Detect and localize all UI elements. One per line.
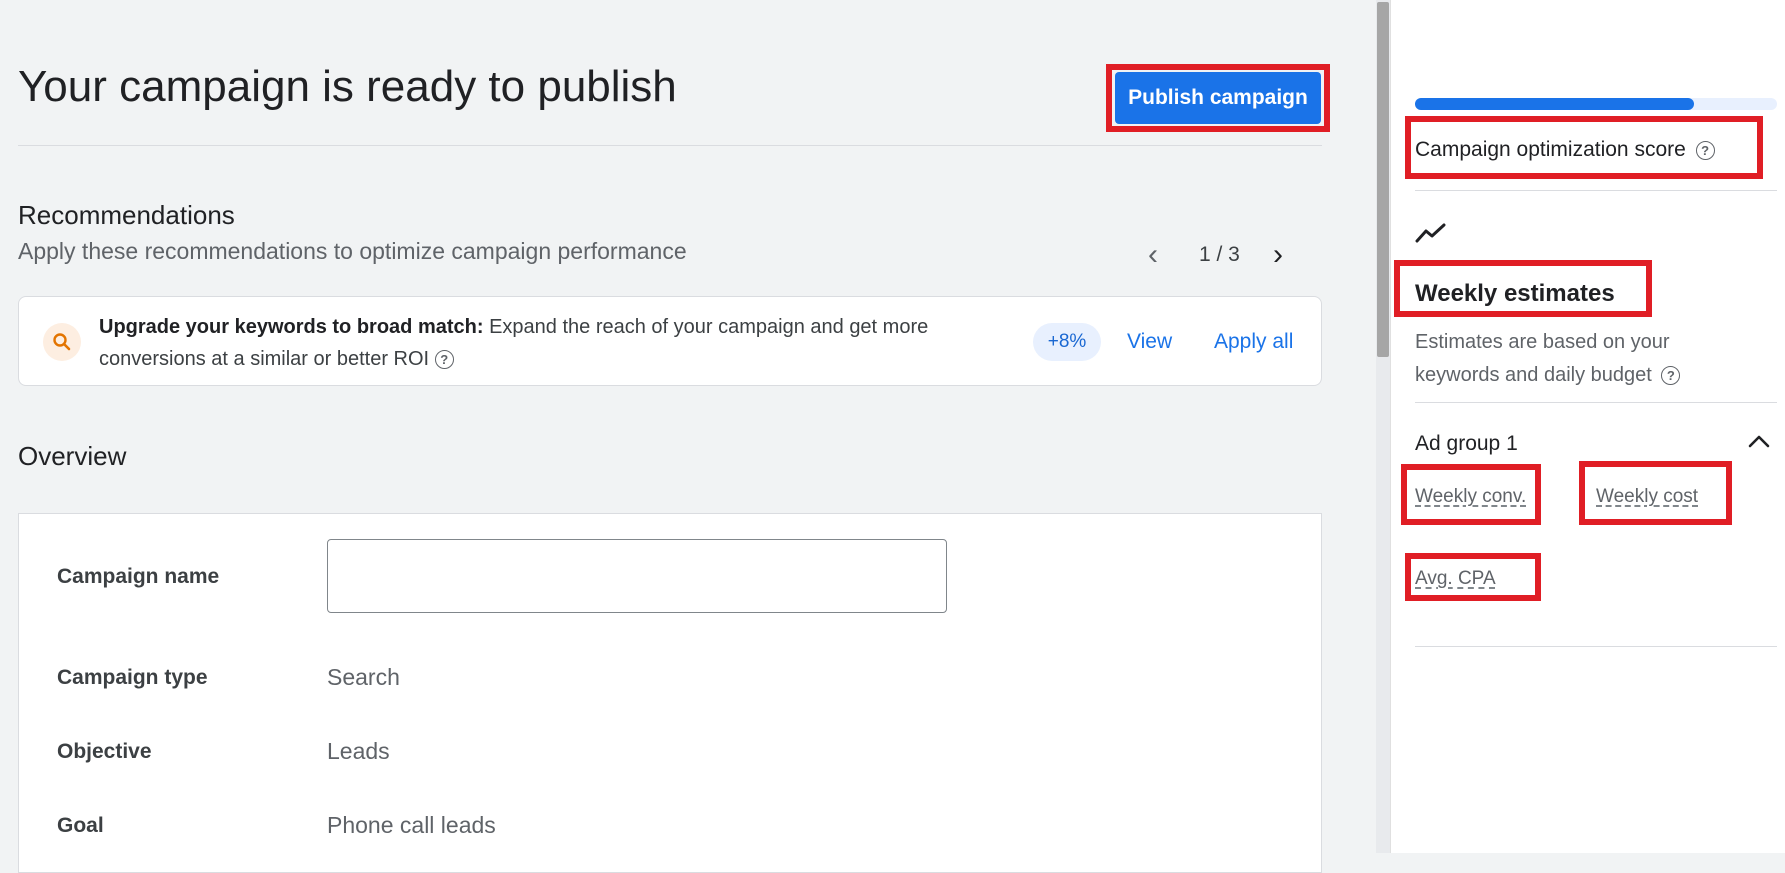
- optimization-score-bar: [1415, 98, 1777, 110]
- pager-next-icon[interactable]: ›: [1273, 240, 1283, 270]
- weekly-estimates-title: Weekly estimates: [1415, 280, 1615, 307]
- trending-icon: [1415, 222, 1447, 249]
- objective-label: Objective: [57, 740, 152, 763]
- publish-campaign-button[interactable]: Publish campaign: [1115, 72, 1321, 124]
- pager-indicator: 1 / 3: [1199, 243, 1240, 266]
- overview-card: Campaign name Campaign type Search Objec…: [18, 513, 1322, 873]
- apply-all-link[interactable]: Apply all: [1214, 330, 1293, 354]
- ad-group-title: Ad group 1: [1415, 432, 1518, 455]
- view-link[interactable]: View: [1127, 330, 1172, 354]
- chevron-up-icon[interactable]: [1746, 428, 1772, 459]
- campaign-name-label: Campaign name: [57, 565, 220, 588]
- campaign-type-value: Search: [327, 664, 400, 690]
- pager-prev-icon[interactable]: ‹: [1148, 240, 1158, 270]
- recommendation-text: Upgrade your keywords to broad match: Ex…: [99, 311, 999, 375]
- recommendations-title: Recommendations: [18, 200, 235, 230]
- help-icon[interactable]: ?: [1695, 140, 1715, 160]
- estimates-sidebar: [1390, 0, 1785, 853]
- help-icon[interactable]: ?: [1661, 366, 1681, 386]
- optimization-score-fill: [1415, 98, 1694, 110]
- sidebar-divider: [1415, 190, 1777, 191]
- page-title: Your campaign is ready to publish: [18, 62, 677, 111]
- uplift-badge: +8%: [1033, 323, 1101, 361]
- goal-value: Phone call leads: [327, 812, 496, 838]
- recommendations-subtitle: Apply these recommendations to optimize …: [18, 238, 687, 264]
- optimization-score-text: Campaign optimization score: [1415, 138, 1686, 161]
- recommendation-title: Upgrade your keywords to broad match:: [99, 316, 484, 338]
- title-divider: [18, 145, 1322, 146]
- overview-title: Overview: [18, 441, 127, 471]
- objective-value: Leads: [327, 738, 390, 764]
- campaign-name-input[interactable]: [327, 539, 947, 613]
- weekly-estimates-subtitle: Estimates are based on your keywords and…: [1415, 326, 1745, 392]
- weekly-cost-metric[interactable]: Weekly cost: [1596, 486, 1698, 508]
- weekly-estimates-text: Estimates are based on your keywords and…: [1415, 331, 1670, 386]
- campaign-type-label: Campaign type: [57, 666, 208, 689]
- goal-label: Goal: [57, 814, 104, 837]
- main-panel: Your campaign is ready to publish Publis…: [0, 0, 1376, 873]
- sidebar-divider: [1415, 402, 1777, 403]
- recommendation-card: Upgrade your keywords to broad match: Ex…: [18, 296, 1322, 386]
- search-icon: [43, 323, 81, 361]
- sidebar-divider: [1415, 646, 1777, 647]
- avg-cpa-metric[interactable]: Avg. CPA: [1415, 568, 1496, 590]
- optimization-score-label: Campaign optimization score ?: [1415, 138, 1715, 162]
- weekly-conv-metric[interactable]: Weekly conv.: [1415, 486, 1526, 508]
- help-icon[interactable]: ?: [434, 350, 454, 370]
- scrollbar-thumb[interactable]: [1377, 2, 1389, 357]
